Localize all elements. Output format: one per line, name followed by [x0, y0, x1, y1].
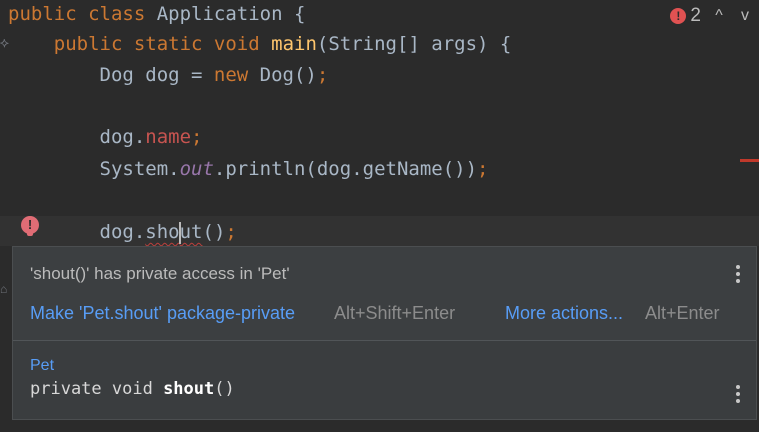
error-icon: !	[670, 8, 687, 24]
code-line-6: System.out.println(dog.getName());	[99, 158, 489, 180]
code-line-5: dog.name;	[99, 126, 203, 148]
error-squiggle: shout	[145, 221, 203, 244]
inspection-widget[interactable]: ! 2 ^ v	[670, 4, 753, 28]
quick-fix-action[interactable]: Make 'Pet.shout' package-private	[30, 303, 295, 324]
documentation-section: Pet private void shout()	[13, 341, 756, 419]
fold-gutter-icon[interactable]: ⌂	[0, 282, 7, 297]
popup-menu-icon[interactable]	[735, 265, 741, 283]
code-line-8: dog.shout();	[99, 221, 237, 244]
code-line-1: public class Application {	[8, 3, 306, 25]
error-message: 'shout()' has private access in 'Pet'	[30, 264, 290, 283]
doc-signature: private void shout()	[30, 379, 235, 399]
quick-fix-shortcut: Alt+Shift+Enter	[334, 303, 456, 323]
code-line-2: public static void main(String[] args) {	[53, 33, 512, 55]
code-line-3: Dog dog = new Dog();	[99, 64, 329, 86]
doc-menu-icon[interactable]	[735, 385, 741, 403]
error-count: 2	[690, 5, 701, 26]
scrollbar-error-marker[interactable]	[740, 159, 759, 162]
more-actions-link[interactable]: More actions...	[505, 303, 623, 324]
more-actions-shortcut: Alt+Enter	[645, 303, 720, 323]
error-tooltip-popup: 'shout()' has private access in 'Pet' Ma…	[12, 246, 757, 420]
error-counter[interactable]: ! 2	[670, 5, 701, 27]
next-highlight-icon[interactable]: v	[737, 7, 753, 25]
previous-highlight-icon[interactable]: ^	[711, 7, 727, 25]
doc-class-link[interactable]: Pet	[30, 357, 54, 375]
